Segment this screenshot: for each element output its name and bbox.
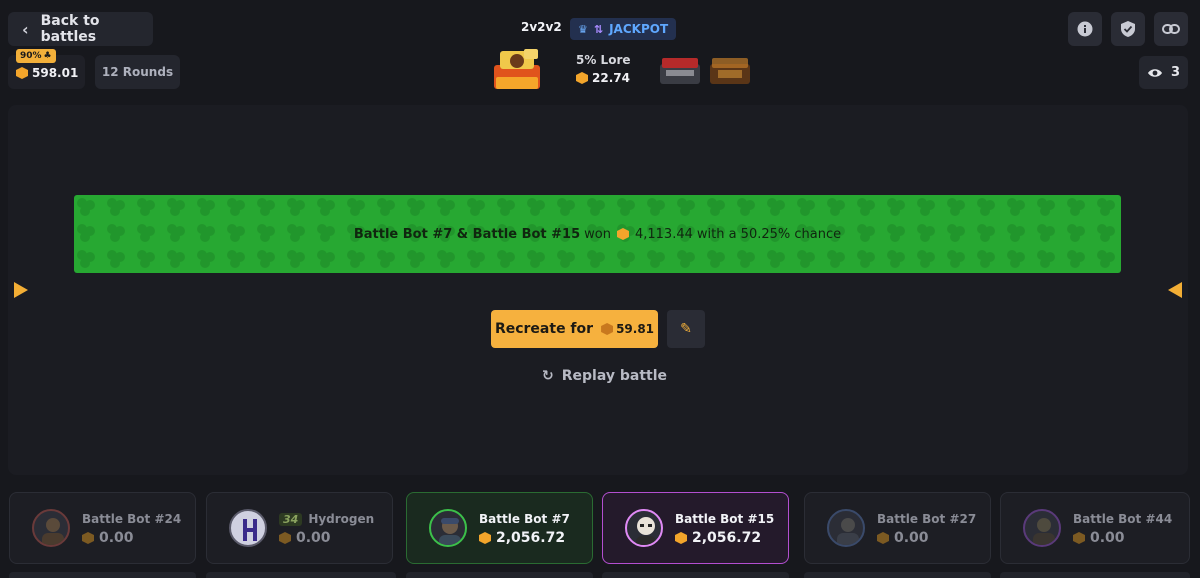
avatar bbox=[625, 509, 663, 547]
player-amount: 0.00 bbox=[1073, 530, 1125, 546]
crown-icon: ♛ bbox=[578, 22, 588, 36]
avatar bbox=[429, 509, 467, 547]
jackpot-badge: ♛ ⇅ JACKPOT bbox=[570, 18, 677, 40]
eye-icon bbox=[1147, 68, 1162, 77]
flame-icon: ♣ bbox=[43, 51, 52, 61]
case-thumbnail-2[interactable] bbox=[656, 50, 704, 90]
arrow-right-icon bbox=[14, 282, 28, 298]
player-card[interactable]: Battle Bot #44 0.00 bbox=[1000, 492, 1190, 564]
coin-icon bbox=[675, 532, 687, 544]
pencil-icon: ✎ bbox=[680, 321, 692, 337]
swap-icon: ⇅ bbox=[593, 22, 604, 36]
back-to-battles-button[interactable]: ‹ Back to battles bbox=[8, 12, 153, 46]
player-amount: 0.00 bbox=[279, 530, 331, 546]
player-name: Battle Bot #27 bbox=[877, 512, 977, 526]
coin-icon bbox=[616, 228, 629, 240]
player-name: Battle Bot #24 bbox=[82, 512, 182, 526]
avatar bbox=[229, 509, 267, 547]
copy-link-button[interactable] bbox=[1154, 12, 1188, 46]
player-name: Battle Bot #15 bbox=[675, 512, 775, 526]
player-card[interactable]: Battle Bot #24 0.00 bbox=[9, 492, 196, 564]
avatar bbox=[1023, 509, 1061, 547]
coin-icon bbox=[479, 532, 491, 544]
avatar bbox=[32, 509, 70, 547]
win-chance: with a 50.25% chance bbox=[696, 226, 842, 242]
battle-mode: 2v2v2 bbox=[521, 20, 562, 34]
winner-text: Battle Bot #7 & Battle Bot #15 won 4,113… bbox=[354, 227, 841, 242]
avatar bbox=[827, 509, 865, 547]
player-amount: 0.00 bbox=[877, 530, 929, 546]
player-card[interactable]: 34 Hydrogen 0.00 bbox=[206, 492, 393, 564]
battle-cost: 598.01 bbox=[16, 66, 78, 80]
coin-icon bbox=[82, 532, 94, 544]
next-row-card bbox=[602, 572, 789, 578]
rounds-count: 12 Rounds bbox=[95, 55, 180, 89]
player-name: Battle Bot #7 bbox=[479, 512, 570, 526]
coin-icon bbox=[16, 67, 28, 79]
next-row-card bbox=[206, 572, 396, 578]
recreate-label: Recreate for bbox=[494, 321, 594, 337]
player-amount: 2,056.72 bbox=[675, 530, 761, 546]
battle-arena bbox=[8, 105, 1188, 475]
player-card-winner[interactable]: Battle Bot #15 2,056.72 bbox=[602, 492, 789, 564]
recreate-battle-button[interactable]: Recreate for 59.81 bbox=[491, 310, 658, 348]
coin-icon bbox=[576, 72, 588, 84]
replay-icon: ↻ bbox=[542, 368, 554, 384]
shield-icon bbox=[1121, 21, 1135, 37]
replay-label: Replay battle bbox=[561, 368, 667, 384]
coin-icon bbox=[601, 323, 614, 335]
replay-battle-button[interactable]: ↻ Replay battle bbox=[542, 368, 667, 384]
featured-case-image[interactable] bbox=[490, 47, 545, 93]
edit-battle-button[interactable]: ✎ bbox=[667, 310, 705, 348]
featured-case-price: 22.74 bbox=[576, 71, 631, 85]
coin-icon bbox=[279, 532, 291, 544]
won-word: won bbox=[584, 226, 611, 242]
next-row-card bbox=[406, 572, 593, 578]
case-thumbnail-3[interactable] bbox=[706, 50, 754, 90]
featured-case-name: 5% Lore bbox=[576, 53, 631, 67]
coin-icon bbox=[877, 532, 889, 544]
winner-names: Battle Bot #7 & Battle Bot #15 bbox=[353, 226, 581, 242]
player-card[interactable]: Battle Bot #27 0.00 bbox=[804, 492, 991, 564]
featured-case-info: 5% Lore 22.74 bbox=[576, 53, 631, 85]
player-name: Battle Bot #44 bbox=[1073, 512, 1173, 526]
recreate-price: 59.81 bbox=[601, 322, 654, 336]
player-name: 34 Hydrogen bbox=[279, 512, 374, 526]
info-icon bbox=[1077, 21, 1093, 37]
link-icon bbox=[1162, 24, 1180, 34]
player-amount: 2,056.72 bbox=[479, 530, 565, 546]
winner-banner: Battle Bot #7 & Battle Bot #15 won 4,113… bbox=[74, 195, 1121, 273]
next-row-card bbox=[9, 572, 196, 578]
level-badge: 34 bbox=[279, 513, 303, 526]
battle-header: ‹ Back to battles 90% ♣ 598.01 12 Rounds… bbox=[0, 0, 1200, 100]
next-row-card bbox=[804, 572, 991, 578]
won-amount: 4,113.44 bbox=[634, 226, 693, 242]
info-button[interactable] bbox=[1068, 12, 1102, 46]
arrow-left-icon bbox=[1168, 282, 1182, 298]
viewers-count: 3 bbox=[1139, 56, 1188, 89]
discount-badge: 90% ♣ bbox=[16, 49, 56, 63]
player-card-winner[interactable]: Battle Bot #7 2,056.72 bbox=[406, 492, 593, 564]
chevron-left-icon: ‹ bbox=[22, 19, 29, 39]
coin-icon bbox=[1073, 532, 1085, 544]
player-amount: 0.00 bbox=[82, 530, 134, 546]
back-label: Back to battles bbox=[40, 13, 100, 45]
fairness-button[interactable] bbox=[1111, 12, 1145, 46]
next-row-card bbox=[1000, 572, 1190, 578]
